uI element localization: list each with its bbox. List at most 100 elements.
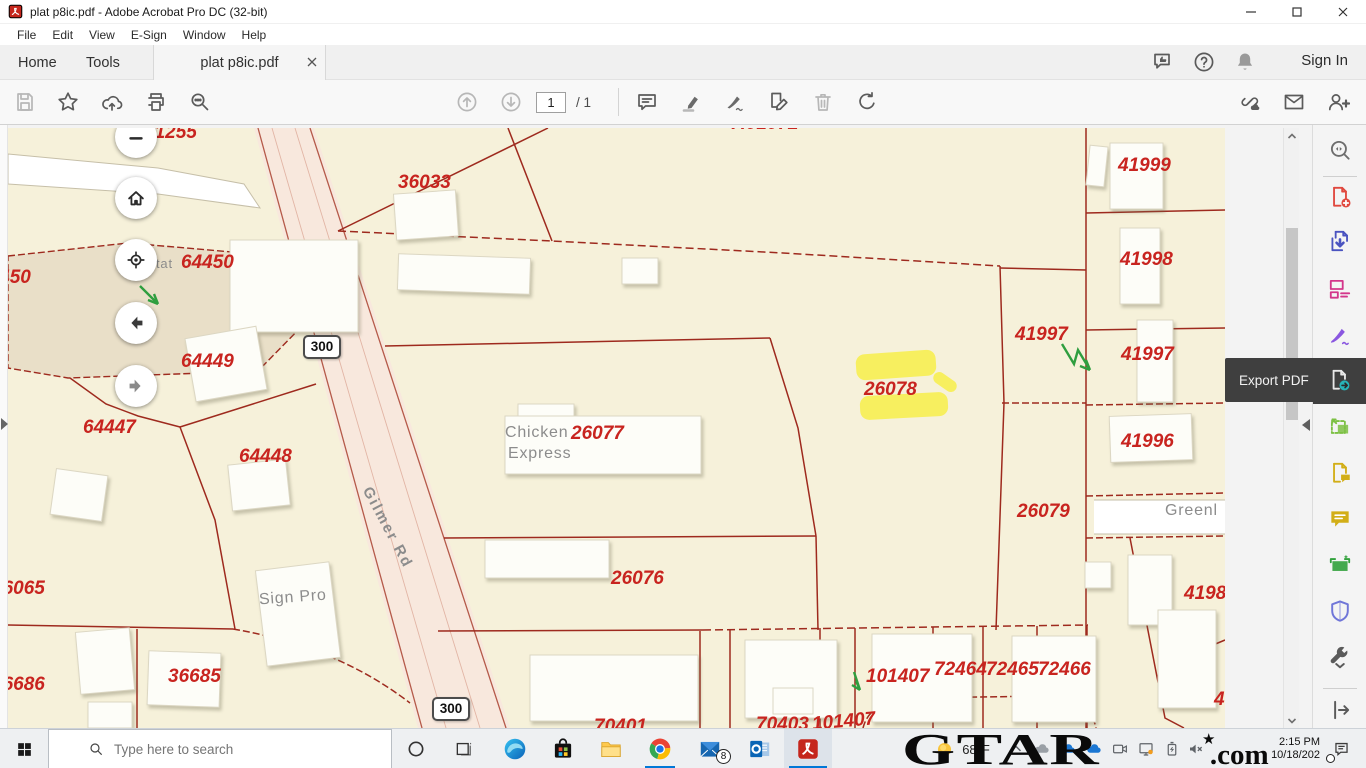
print-icon[interactable]: [144, 90, 168, 114]
taskbar-store-icon[interactable]: [539, 729, 587, 768]
parcel-label: 26077: [571, 423, 624, 445]
refresh-icon[interactable]: [855, 90, 879, 114]
taskbar-edge-icon[interactable]: [491, 729, 539, 768]
email-icon[interactable]: [1282, 90, 1306, 114]
power-battery-icon[interactable]: [1160, 729, 1184, 768]
parcel-label: 4198: [1184, 583, 1225, 605]
help-icon[interactable]: [1192, 50, 1216, 74]
onedrive-blue-icon-2[interactable]: [1082, 729, 1106, 768]
rail-combine-files-icon[interactable]: [1313, 218, 1366, 264]
highlighter-icon[interactable]: [679, 90, 703, 114]
expand-left-panel-icon[interactable]: [1, 418, 8, 430]
cortana-button[interactable]: [392, 729, 440, 768]
taskbar-file-explorer-icon[interactable]: [587, 729, 635, 768]
close-button[interactable]: [1320, 0, 1366, 24]
scroll-down-icon[interactable]: [1284, 713, 1300, 728]
title-bar: plat p8ic.pdf - Adobe Acrobat Pro DC (32…: [0, 0, 1366, 24]
page-number-input[interactable]: [536, 92, 566, 113]
meet-now-icon[interactable]: [1108, 729, 1132, 768]
road-label: Gilmer Rd: [359, 484, 416, 571]
next-page-icon[interactable]: [499, 90, 523, 114]
taskbar-search-box[interactable]: [48, 729, 392, 768]
place-label: Sign Pro: [258, 587, 327, 610]
menu-edit[interactable]: Edit: [44, 26, 81, 44]
rail-more-tools-icon[interactable]: [1313, 634, 1366, 680]
taskbar-acrobat-icon[interactable]: [784, 729, 832, 768]
tab-home[interactable]: Home: [18, 45, 57, 80]
share-people-icon[interactable]: [1326, 90, 1350, 114]
taskbar-clock[interactable]: 2:15 PM 10/18/202: [1238, 729, 1326, 768]
parcel-label: 26076: [611, 568, 664, 590]
menu-help[interactable]: Help: [234, 26, 275, 44]
menu-esign[interactable]: E-Sign: [123, 26, 175, 44]
export-pdf-tooltip[interactable]: Export PDF: [1225, 358, 1366, 402]
rail-create-pdf-icon[interactable]: [1313, 174, 1366, 220]
task-view-button[interactable]: [440, 729, 488, 768]
menu-file[interactable]: File: [9, 26, 44, 44]
share-link-icon[interactable]: [1238, 90, 1262, 114]
comment-icon[interactable]: [635, 90, 659, 114]
tab-document[interactable]: plat p8ic.pdf: [153, 45, 326, 80]
sign-pen-icon[interactable]: [723, 90, 747, 114]
menu-bar: FileEditViewE-SignWindowHelp: [0, 24, 1366, 45]
menu-window[interactable]: Window: [175, 26, 234, 44]
page-total-label: / 1: [576, 95, 591, 110]
rail-comment-icon[interactable]: [1313, 496, 1366, 542]
rail-request-signatures-icon[interactable]: [1313, 450, 1366, 496]
rail-crop-pages-icon[interactable]: [1313, 404, 1366, 450]
collapse-right-panel-icon[interactable]: [1302, 419, 1310, 431]
zoom-tools-icon[interactable]: [188, 90, 212, 114]
map-locate-button[interactable]: [115, 239, 157, 281]
taskbar-chrome-icon[interactable]: [636, 729, 684, 768]
tools-rail: [1312, 125, 1366, 728]
tray-expand-icon[interactable]: [1004, 729, 1028, 768]
minimize-button[interactable]: [1228, 0, 1274, 24]
menu-view[interactable]: View: [81, 26, 123, 44]
rail-find-icon[interactable]: [1313, 127, 1366, 173]
rail-organize-pages-icon[interactable]: [1313, 266, 1366, 312]
map-home-button[interactable]: [115, 177, 157, 219]
start-button[interactable]: [0, 729, 48, 768]
place-label: Express: [508, 445, 571, 463]
onedrive-gray-icon[interactable]: [1030, 729, 1054, 768]
parcel-label: 72464: [934, 659, 987, 681]
place-label: Greenl: [1165, 502, 1218, 520]
onedrive-blue-icon[interactable]: [1056, 729, 1080, 768]
rail-collapse-panel-icon[interactable]: [1313, 687, 1366, 733]
update-status-icon[interactable]: [1134, 729, 1158, 768]
parcel-label: 101407: [866, 666, 929, 688]
taskbar-mail-icon[interactable]: 8: [686, 729, 734, 768]
notifications-bell-icon[interactable]: [1233, 50, 1257, 74]
plat-map-page[interactable]: 01255360337.0107241999419986445064450644…: [8, 128, 1225, 728]
search-input[interactable]: [114, 742, 364, 757]
taskbar-outlook-icon[interactable]: [736, 729, 784, 768]
edit-page-icon[interactable]: [767, 90, 791, 114]
taskbar-weather[interactable]: 68°F: [916, 729, 1008, 768]
parcel-label: 70403: [756, 714, 809, 728]
parcel-label: 41999: [1118, 155, 1171, 177]
parcel-label: 36686: [8, 674, 45, 696]
cloud-upload-icon[interactable]: [100, 90, 124, 114]
weather-temp: 68°F: [962, 742, 990, 757]
previous-page-icon[interactable]: [455, 90, 479, 114]
star-favorite-icon[interactable]: [56, 90, 80, 114]
map-forward-arrow-button[interactable]: [115, 365, 157, 407]
vertical-scrollbar[interactable]: [1283, 128, 1299, 728]
delete-trash-icon[interactable]: [811, 90, 835, 114]
rail-protect-icon[interactable]: [1313, 588, 1366, 634]
map-back-arrow-button[interactable]: [115, 302, 157, 344]
parcel-label: 64449: [181, 351, 234, 373]
page-gutter: [1225, 125, 1283, 728]
parcel-label: 64450: [181, 252, 234, 274]
rail-scan-ocr-icon[interactable]: [1313, 542, 1366, 588]
rail-fill-and-sign-icon[interactable]: [1313, 312, 1366, 358]
scroll-up-icon[interactable]: [1284, 128, 1300, 143]
sign-in-button[interactable]: Sign In: [1301, 52, 1348, 69]
maximize-button[interactable]: [1274, 0, 1320, 24]
feedback-icon[interactable]: [1151, 50, 1175, 74]
tab-tools[interactable]: Tools: [86, 45, 120, 80]
save-icon[interactable]: [13, 90, 37, 114]
close-tab-icon[interactable]: [305, 55, 319, 69]
volume-muted-icon[interactable]: [1184, 729, 1208, 768]
action-center-icon[interactable]: [1324, 729, 1358, 768]
